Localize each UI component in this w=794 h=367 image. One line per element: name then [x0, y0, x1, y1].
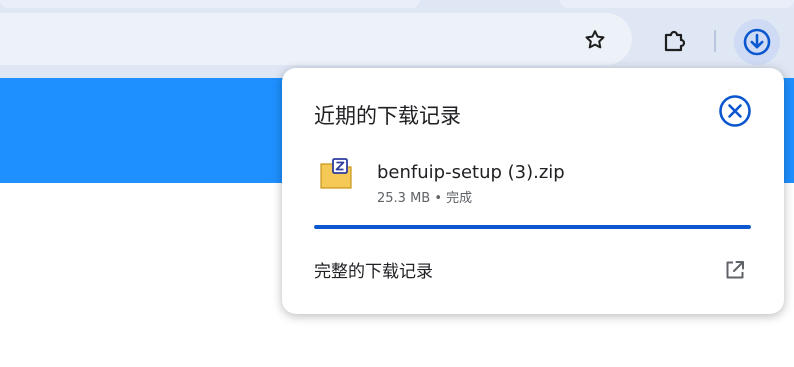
downloads-button[interactable]	[734, 19, 780, 65]
zip-file-icon	[319, 157, 353, 191]
download-arrow-circle-icon	[743, 28, 771, 56]
browser-toolbar	[0, 0, 794, 78]
download-file-name[interactable]: benfuip-setup (3).zip	[377, 162, 565, 184]
download-bubble: 近期的下载记录 benfuip-setup (3).zip 25.3 MB • …	[282, 68, 784, 314]
close-circle-icon	[719, 95, 751, 127]
tab-strip-edge	[560, 0, 794, 8]
bookmark-star-icon[interactable]	[582, 27, 608, 53]
download-progress-bar	[314, 225, 751, 229]
tab-strip-edge	[0, 0, 420, 8]
open-in-new-icon[interactable]	[723, 258, 747, 282]
download-progress-fill	[314, 225, 751, 229]
download-status: 25.3 MB • 完成	[377, 191, 473, 206]
extensions-puzzle-icon[interactable]	[659, 26, 689, 54]
address-bar[interactable]	[0, 13, 632, 65]
download-bubble-title: 近期的下载记录	[314, 104, 461, 128]
close-button[interactable]	[716, 92, 754, 130]
toolbar-separator	[714, 30, 716, 52]
full-download-history-link[interactable]: 完整的下载记录	[314, 261, 433, 283]
